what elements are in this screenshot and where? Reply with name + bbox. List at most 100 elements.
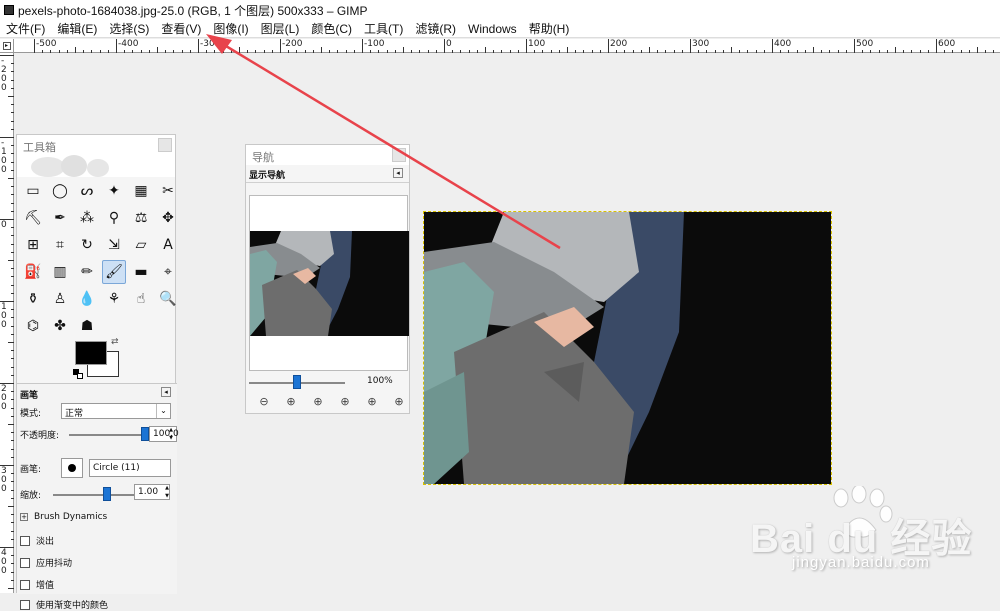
perspective-clone-icon[interactable]: ⚘	[102, 287, 126, 311]
zoom-out-icon[interactable]: ⊖	[254, 395, 274, 409]
default-colors-icon[interactable]	[73, 369, 83, 379]
fg-bg-colors: ⇄	[73, 337, 125, 381]
ruler-h-minor-tick	[714, 50, 716, 53]
brush-name-field[interactable]: Circle (11)	[89, 459, 171, 477]
warp-icon[interactable]: ✤	[48, 314, 72, 338]
pencil-icon[interactable]: ✏	[75, 260, 99, 284]
checkbox-jitter[interactable]: 应用抖动	[20, 556, 72, 569]
navigation-thumbnail[interactable]	[250, 231, 409, 336]
menu-item-6[interactable]: 颜色(C)	[305, 20, 358, 37]
foreground-select-icon[interactable]: ⛏	[21, 206, 45, 230]
zoom-slider-handle[interactable]	[293, 375, 301, 389]
airbrush-icon[interactable]: ⌖	[156, 260, 180, 284]
dodge-burn-icon[interactable]: ☗	[75, 314, 99, 338]
ruler-h-minor-tick	[698, 50, 700, 53]
ruler-h-minor-tick	[919, 50, 921, 53]
ink-icon[interactable]: ⚱	[21, 287, 45, 311]
zoom-in-icon[interactable]: ⊕	[281, 395, 301, 409]
align-icon[interactable]: ⊞	[21, 233, 45, 257]
ruler-v-minor-tick	[8, 260, 14, 261]
clone-icon[interactable]: ♙	[48, 287, 72, 311]
image-canvas[interactable]	[423, 211, 832, 485]
close-icon[interactable]	[392, 148, 406, 162]
ruler-corner-menu-button[interactable]: ▸	[0, 39, 14, 53]
menu-item-9[interactable]: Windows	[462, 22, 523, 36]
shear-icon[interactable]: ▱	[129, 233, 153, 257]
text-icon[interactable]: A	[156, 233, 180, 257]
rotate-icon[interactable]: ↻	[75, 233, 99, 257]
checkbox-fade[interactable]: 淡出	[20, 534, 54, 547]
ruler-h-minor-tick	[985, 50, 987, 53]
menu-item-5[interactable]: 图层(L)	[255, 20, 306, 37]
checkbox-icon[interactable]	[20, 579, 30, 590]
zoom-shrink-icon[interactable]: ⊕	[362, 395, 382, 409]
watermark-url: jingyan.baidu.com	[792, 554, 930, 571]
blur-icon[interactable]: 🔍	[156, 287, 180, 311]
cage-transform-icon[interactable]: ⌬	[21, 314, 45, 338]
eraser-icon[interactable]: ▬	[129, 260, 153, 284]
mode-select[interactable]: 正常 ⌄	[61, 403, 171, 419]
opacity-slider-handle[interactable]	[141, 427, 149, 441]
checkbox-gradient-color[interactable]: 使用渐变中的颜色	[20, 598, 108, 611]
expand-icon[interactable]: +	[20, 513, 28, 521]
chevron-down-icon[interactable]: ⌄	[156, 404, 170, 418]
menu-item-8[interactable]: 滤镜(R)	[409, 20, 462, 37]
bucket-fill-icon[interactable]: ⛽	[21, 260, 45, 284]
scale-slider-track[interactable]	[53, 494, 145, 496]
rect-select-icon[interactable]: ▭	[21, 179, 45, 203]
menu-item-7[interactable]: 工具(T)	[358, 20, 409, 37]
measure-icon[interactable]: ⚖	[129, 206, 153, 230]
checkbox-incremental[interactable]: 增值	[20, 578, 54, 591]
ruler-v-minor-tick	[11, 169, 14, 171]
brush-preview-button[interactable]	[61, 458, 83, 478]
checkbox-icon[interactable]	[20, 599, 30, 610]
lasso-icon[interactable]: ᔕ	[75, 179, 99, 203]
scale-spin-arrows[interactable]: ▲ ▼	[163, 484, 171, 500]
paths-icon[interactable]: ✒	[48, 206, 72, 230]
ruler-v-minor-tick	[11, 227, 14, 229]
close-icon[interactable]	[158, 138, 172, 152]
menu-item-0[interactable]: 文件(F)	[0, 20, 51, 37]
zoom-expand-icon[interactable]: ⊕	[389, 395, 409, 409]
crop-icon[interactable]: ⌗	[48, 233, 72, 257]
heal-icon[interactable]: 💧	[75, 287, 99, 311]
ruler-v-minor-tick	[11, 128, 14, 130]
ruler-h-major-tick	[116, 39, 117, 53]
zoom-tool-icon[interactable]: ⚲	[102, 206, 126, 230]
zoom-fit-icon[interactable]: ⊕	[335, 395, 355, 409]
checkbox-icon[interactable]	[20, 557, 30, 568]
opacity-slider-track[interactable]	[69, 434, 145, 436]
menu-item-4[interactable]: 图像(I)	[207, 20, 254, 37]
scale-slider-handle[interactable]	[103, 487, 111, 501]
opacity-spin-arrows[interactable]: ▲ ▼	[167, 426, 175, 442]
move-icon[interactable]: ✥	[156, 206, 180, 230]
foreground-color-swatch[interactable]	[75, 341, 107, 365]
swap-colors-icon[interactable]: ⇄	[111, 337, 119, 347]
navigation-preview[interactable]	[249, 195, 409, 371]
paintbrush-icon[interactable]: 🖌	[102, 260, 126, 284]
color-picker-icon[interactable]: ⁂	[75, 206, 99, 230]
panel-menu-icon[interactable]: ◂	[161, 387, 171, 397]
menu-item-1[interactable]: 编辑(E)	[51, 20, 103, 37]
smudge-icon[interactable]: ☝	[129, 287, 153, 311]
panel-menu-icon[interactable]: ◂	[393, 168, 403, 178]
ellipse-select-icon[interactable]: ◯	[48, 179, 72, 203]
gradient-icon[interactable]: ▥	[48, 260, 72, 284]
checkbox-icon[interactable]	[20, 535, 30, 546]
menu-item-2[interactable]: 选择(S)	[103, 20, 155, 37]
ruler-h-minor-tick	[42, 50, 44, 53]
ruler-h-major-tick	[526, 39, 527, 53]
menu-item-10[interactable]: 帮助(H)	[523, 20, 576, 37]
scissors-icon[interactable]: ✂	[156, 179, 180, 203]
horizontal-ruler[interactable]: -500-400-300-200-10001002003004005006007…	[14, 39, 1000, 53]
zoom-value: 100%	[367, 376, 393, 386]
zoom-1to1-icon[interactable]: ⊕	[308, 395, 328, 409]
ruler-h-minor-tick	[542, 50, 544, 53]
select-by-color-icon[interactable]: ▦	[129, 179, 153, 203]
brush-dynamics-expander[interactable]: + Brush Dynamics	[20, 512, 107, 522]
scale-icon[interactable]: ⇲	[102, 233, 126, 257]
wilber-drop-area[interactable]	[17, 155, 175, 177]
menu-item-3[interactable]: 查看(V)	[155, 20, 207, 37]
vertical-ruler[interactable]: -200 -100 0 100 200 300 400	[0, 53, 14, 593]
magic-wand-icon[interactable]: ✦	[102, 179, 126, 203]
